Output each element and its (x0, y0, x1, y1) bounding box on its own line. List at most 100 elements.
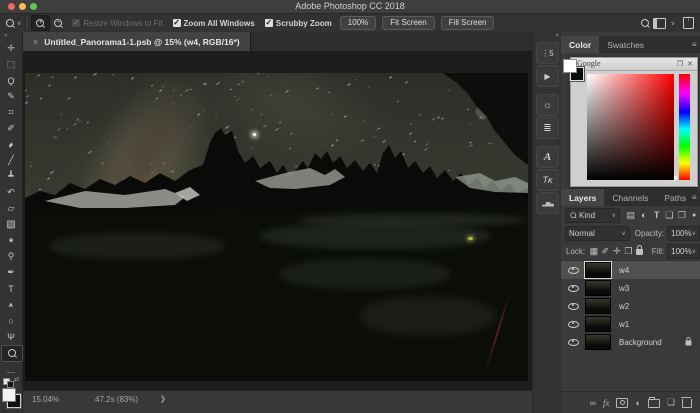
lock-paint-icon[interactable]: ✐ (600, 246, 612, 257)
swap-colors-icon[interactable]: ⇄ (14, 376, 19, 383)
layer-thumbnail[interactable] (585, 334, 611, 350)
tk-actions-panel-icon[interactable]: Tᴋ (536, 169, 559, 191)
chevron-down-icon[interactable]: ∨ (671, 20, 675, 27)
layer-thumbnail[interactable] (585, 316, 611, 332)
layer-effects-icon[interactable]: fx (603, 398, 610, 408)
filter-type-layers-icon[interactable]: T (650, 210, 663, 220)
zoom-level-field[interactable]: 15.04% (32, 395, 59, 404)
brush-tool[interactable]: ╱ (1, 153, 21, 168)
zoom-tool[interactable] (1, 345, 23, 362)
share-icon[interactable] (683, 17, 694, 29)
new-layer-icon[interactable]: ❏ (667, 397, 675, 408)
workspace-icon[interactable] (653, 18, 666, 29)
zoom-out-button[interactable]: − (50, 16, 67, 30)
search-icon[interactable] (641, 19, 650, 28)
filter-toggle-icon[interactable]: ● (688, 212, 700, 219)
pen-tool[interactable]: ✒ (1, 265, 21, 280)
layer-thumbnail[interactable] (585, 262, 611, 278)
lock-position-icon[interactable]: ✛ (611, 246, 623, 257)
document-tab[interactable]: × Untitled_Panorama1-1.psb @ 15% (w4, RG… (23, 32, 251, 51)
delete-layer-icon[interactable] (682, 399, 692, 408)
hand-tool[interactable]: Ψ (1, 329, 21, 344)
filter-shape-layers-icon[interactable]: ❏ (663, 210, 676, 221)
quick-selection-tool[interactable]: ✎ (1, 89, 21, 104)
blend-mode-dropdown[interactable]: Normal∨ (565, 226, 630, 241)
foreground-background-swatches[interactable] (2, 388, 21, 408)
filter-smart-objects-icon[interactable]: ❐ (676, 210, 689, 221)
foreground-color-swatch[interactable] (563, 59, 577, 73)
visibility-eye-icon[interactable] (568, 339, 579, 346)
gradient-tool[interactable]: ▧ (1, 217, 21, 232)
edit-toolbar-button[interactable]: … (1, 362, 21, 377)
move-tool[interactable]: ✛ (1, 41, 21, 56)
marquee-tool[interactable]: ⬚ (1, 57, 21, 72)
fill-screen-button[interactable]: Fill Screen (441, 16, 495, 30)
ellipse-tool[interactable]: ○ (1, 313, 21, 328)
dodge-tool[interactable]: ⚲ (1, 249, 21, 264)
zoom-tool-options-icon[interactable] (6, 19, 15, 28)
layer-row-w3[interactable]: w3 (561, 279, 700, 297)
list-panel-icon[interactable]: ≣ (536, 117, 559, 139)
glyphs-panel-icon[interactable]: A (536, 146, 559, 168)
crop-tool[interactable]: ⌗ (1, 105, 21, 120)
new-adjustment-icon[interactable]: ◐ (635, 398, 640, 408)
chevron-down-icon[interactable]: ∨ (17, 20, 21, 27)
visibility-eye-icon[interactable] (568, 321, 579, 328)
history-brush-tool[interactable]: ↶ (1, 185, 21, 200)
visibility-eye-icon[interactable] (568, 285, 579, 292)
layer-thumbnail[interactable] (585, 280, 611, 296)
tab-layers[interactable]: Layers (561, 189, 604, 206)
panel-menu-icon[interactable]: ≡ (692, 40, 696, 49)
tab-channels[interactable]: Channels (604, 189, 656, 206)
sun-panel-icon[interactable]: ☼ (536, 94, 559, 116)
lock-transparency-icon[interactable]: ▦ (588, 246, 600, 257)
filter-pixel-layers-icon[interactable]: ▤ (624, 210, 638, 221)
panel-menu-icon[interactable]: ≡ (692, 193, 696, 202)
zoom-all-windows-checkbox[interactable]: ✓ Zoom All Windows (173, 19, 255, 28)
type-tool[interactable]: T (1, 281, 21, 296)
saturation-brightness-picker[interactable] (587, 74, 674, 180)
visibility-eye-icon[interactable] (568, 303, 579, 310)
document-image[interactable] (25, 73, 528, 381)
eyedropper-tool[interactable]: ✐ (1, 121, 21, 136)
scrubby-zoom-checkbox[interactable]: ✓ Scrubby Zoom (265, 19, 332, 28)
layer-row-w2[interactable]: w2 (561, 297, 700, 315)
add-mask-icon[interactable] (616, 398, 628, 408)
blur-tool[interactable]: ♠ (1, 233, 21, 248)
fit-screen-button[interactable]: Fit Screen (382, 16, 434, 30)
actions-panel-icon[interactable]: ▶ (536, 65, 559, 87)
tab-swatches[interactable]: Swatches (599, 36, 652, 53)
color-panel-swatches[interactable] (563, 59, 585, 81)
opacity-field[interactable]: 100%∨ (667, 226, 700, 241)
eraser-tool[interactable]: ▱ (1, 201, 21, 216)
histogram-panel-icon[interactable]: ▂▅▃ (536, 192, 559, 214)
zoom-in-button[interactable]: + (31, 15, 50, 31)
new-group-icon[interactable] (648, 399, 660, 408)
google-floating-window[interactable]: Google ❐ ✕ (570, 57, 698, 187)
clone-stamp-tool[interactable]: ┻ (1, 169, 21, 184)
tab-paths[interactable]: Paths (656, 189, 694, 206)
layer-row-w4[interactable]: w4 (561, 261, 700, 279)
layer-row-background[interactable]: Background (561, 333, 700, 351)
filter-kind-dropdown[interactable]: Kind ∨ (565, 208, 620, 223)
close-icon[interactable]: × (33, 37, 38, 47)
visibility-eye-icon[interactable] (568, 267, 579, 274)
fill-field[interactable]: 100%∨ (667, 244, 700, 259)
canvas-pasteboard[interactable] (23, 51, 532, 391)
lasso-tool[interactable]: Ϙ (1, 73, 21, 88)
double-chevron-left-icon[interactable]: « (556, 33, 558, 39)
close-icon[interactable]: ✕ (687, 60, 693, 69)
layer-thumbnail[interactable] (585, 298, 611, 314)
default-colors-icon[interactable]: ⇄ (3, 376, 19, 385)
hue-slider-arrow[interactable] (674, 175, 678, 181)
tab-color[interactable]: Color (561, 36, 599, 53)
layer-row-w1[interactable]: w1 (561, 315, 700, 333)
path-selection-tool[interactable]: ➤ (1, 297, 21, 312)
filter-adjustment-layers-icon[interactable]: ◐ (638, 210, 651, 220)
lock-artboard-icon[interactable]: ❐ (623, 246, 635, 257)
double-chevron-right-icon[interactable]: » (4, 33, 6, 39)
hue-strip[interactable] (679, 74, 690, 180)
lock-all-icon[interactable] (634, 246, 646, 257)
brush-settings-panel-icon[interactable]: ⋮5 (536, 42, 559, 64)
healing-brush-tool[interactable]: ▰ (1, 137, 21, 152)
